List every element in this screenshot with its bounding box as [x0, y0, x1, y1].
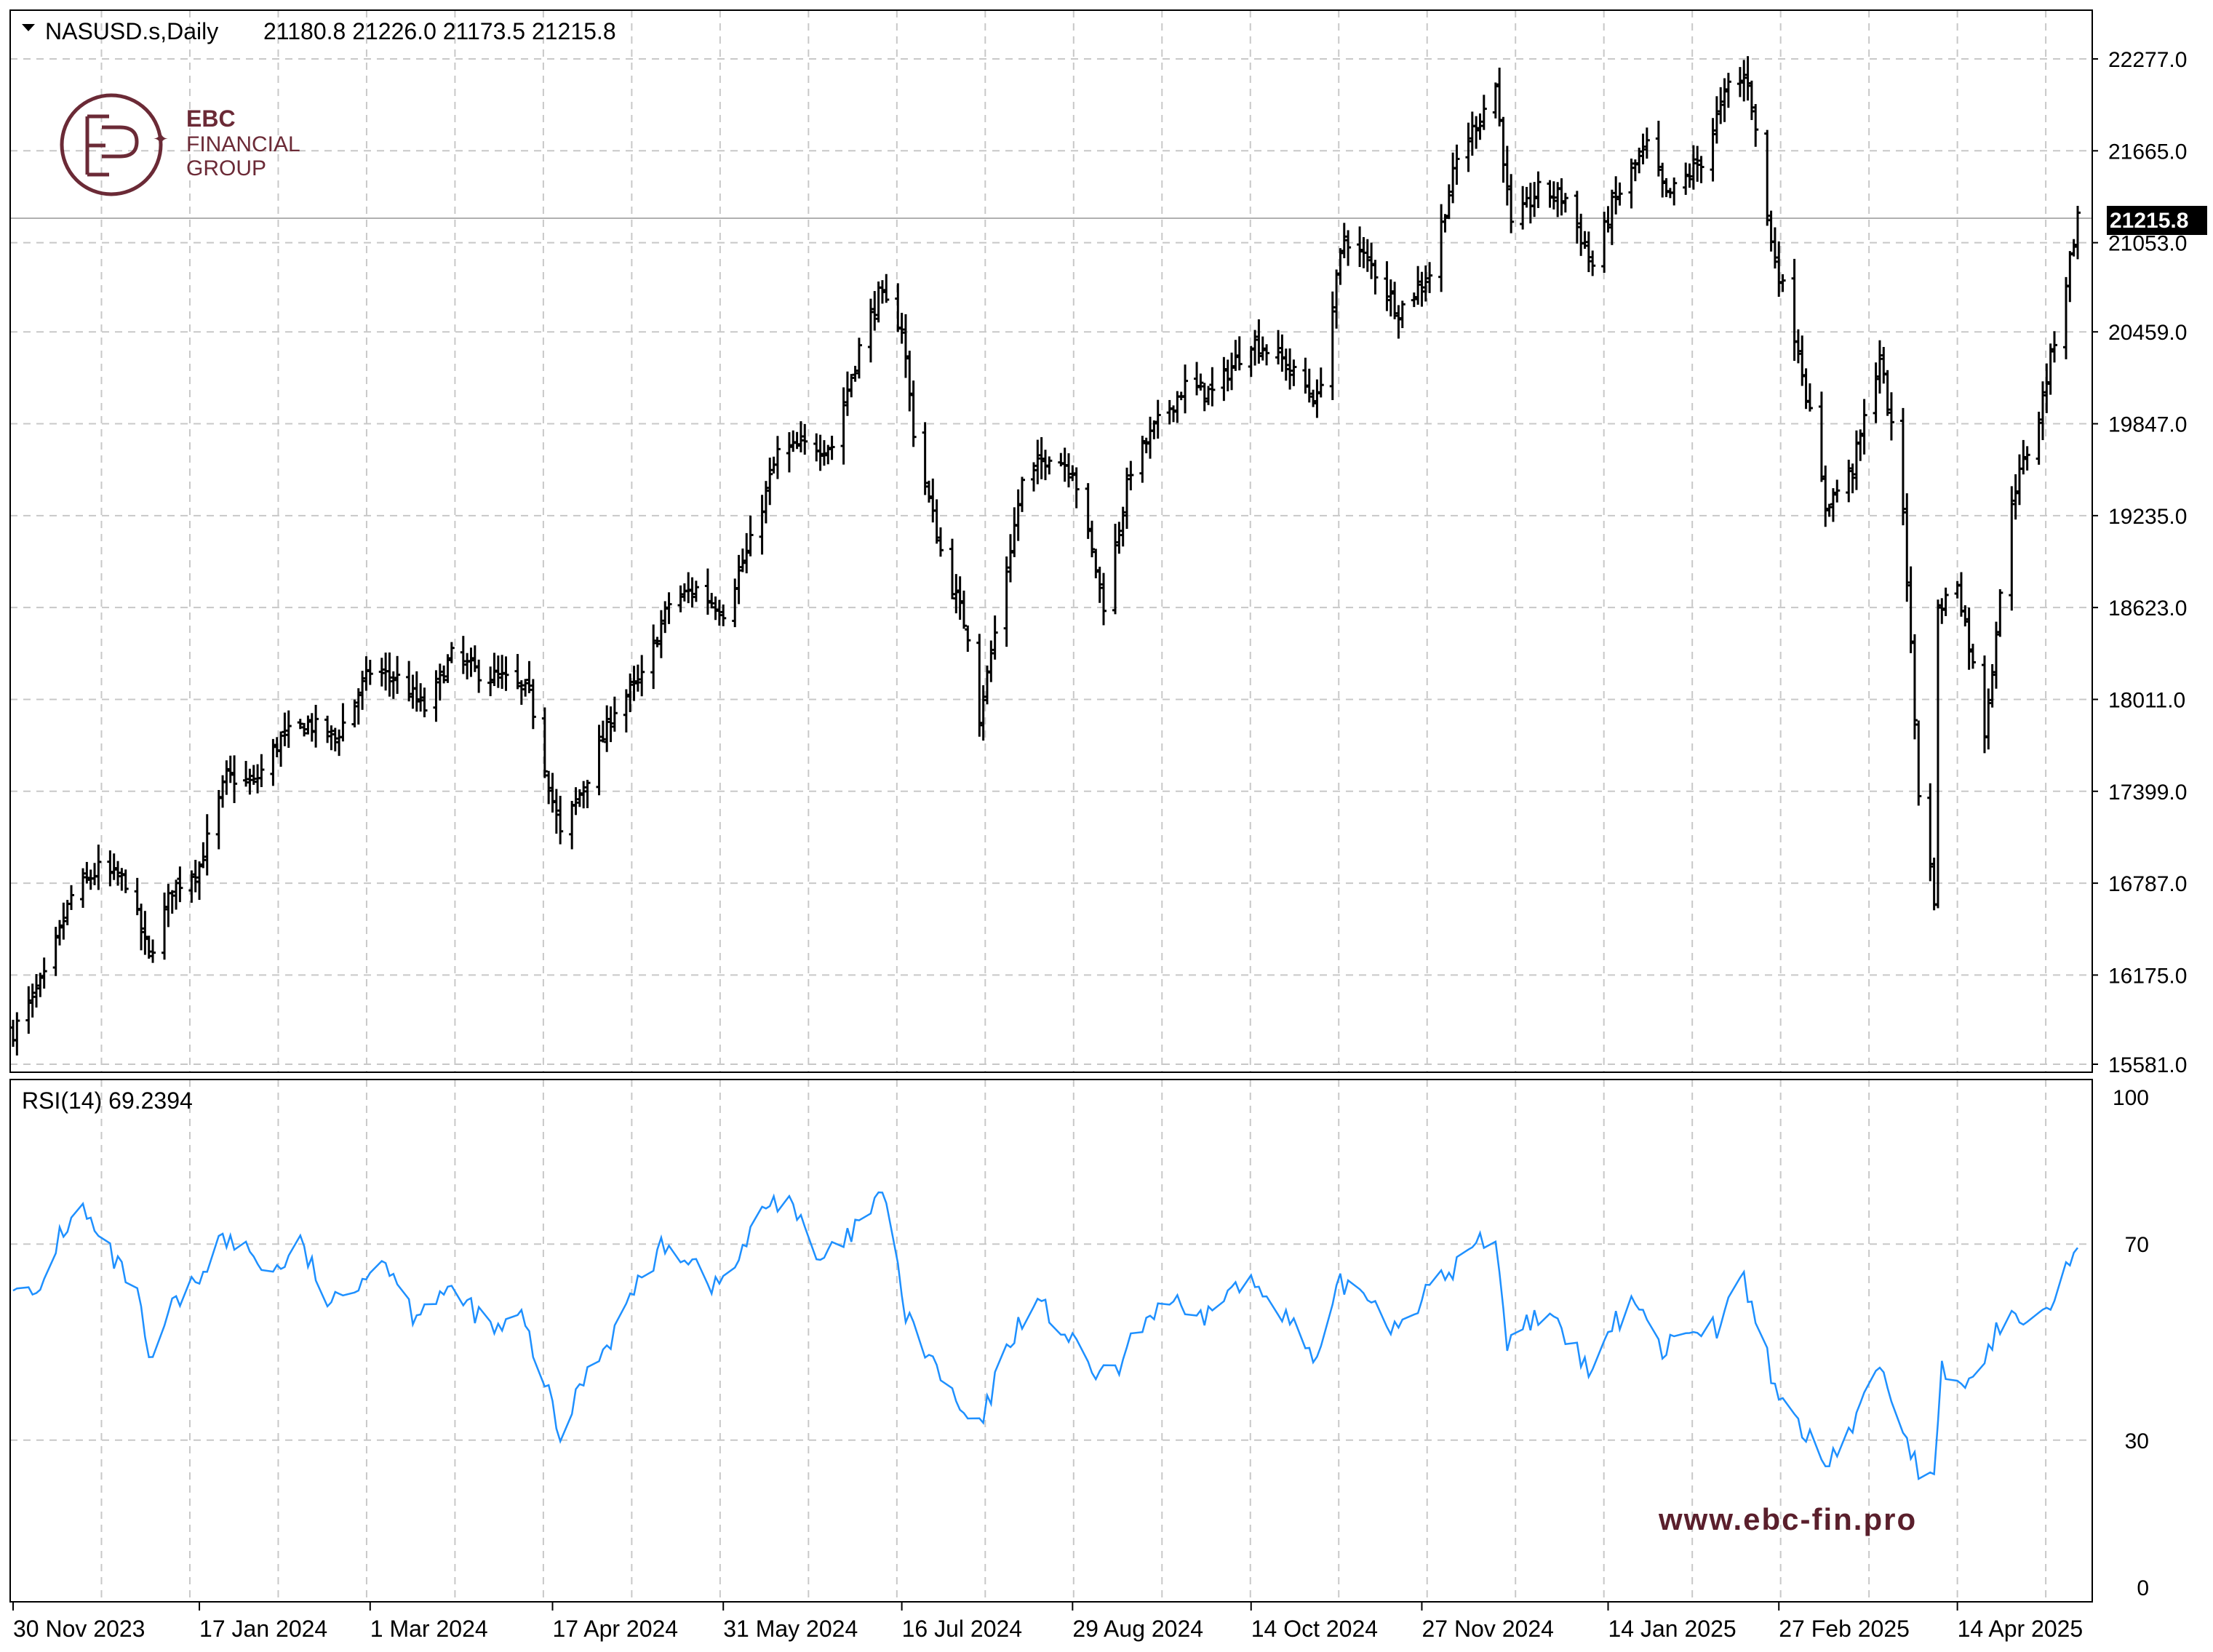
watermark-url: www.ebc-fin.pro — [1658, 1502, 1917, 1536]
rsi-label: RSI(14) 69.2394 — [22, 1088, 193, 1114]
symbol-label: NASUSD.s,Daily — [45, 18, 218, 44]
time-tick-label: 14 Apr 2025 — [1958, 1616, 2084, 1642]
price-tick-label: 18623.0 — [2108, 596, 2187, 621]
time-tick-label: 17 Jan 2024 — [199, 1616, 327, 1642]
price-tick-label: 20459.0 — [2108, 321, 2187, 345]
time-tick-label: 1 Mar 2024 — [370, 1616, 488, 1642]
price-tick-label: 16787.0 — [2108, 872, 2187, 896]
time-tick-label: 27 Nov 2024 — [1421, 1616, 1553, 1642]
time-tick-label: 17 Apr 2024 — [553, 1616, 679, 1642]
rsi-tick-label: 100 — [2113, 1086, 2149, 1110]
price-tick-label: 18011.0 — [2108, 688, 2185, 712]
price-tick-label: 21053.0 — [2108, 232, 2187, 256]
price-tick-label: 19847.0 — [2108, 413, 2187, 437]
price-tick-label: 19235.0 — [2108, 505, 2187, 529]
rsi-tick-label: 70 — [2125, 1233, 2149, 1257]
time-tick-label: 16 Jul 2024 — [902, 1616, 1022, 1642]
price-tick-label: 15581.0 — [2108, 1053, 2187, 1077]
price-tick-label: 22277.0 — [2108, 48, 2187, 72]
time-tick-label: 14 Jan 2025 — [1608, 1616, 1736, 1642]
price-tick-label: 17399.0 — [2108, 781, 2187, 805]
logo-line-3: GROUP — [186, 156, 266, 180]
time-tick-label: 29 Aug 2024 — [1072, 1616, 1203, 1642]
price-tick-label: 16175.0 — [2108, 964, 2187, 988]
ohlc-readout: 21180.8 21226.0 21173.5 21215.8 — [263, 18, 616, 44]
chart-background — [0, 0, 2213, 1652]
time-tick-label: 27 Feb 2025 — [1779, 1616, 1910, 1642]
time-tick-label: 30 Nov 2023 — [13, 1616, 145, 1642]
price-tick-label: 21665.0 — [2108, 140, 2187, 164]
logo-line-2: FINANCIAL — [186, 132, 300, 156]
time-tick-label: 31 May 2024 — [723, 1616, 858, 1642]
rsi-tick-label: 30 — [2125, 1429, 2149, 1453]
logo-sparkle-icon: ✦ — [153, 128, 169, 150]
logo-line-1: EBC — [186, 105, 236, 132]
time-tick-label: 14 Oct 2024 — [1251, 1616, 1378, 1642]
trading-chart: 22277.0 21665.0 21053.0 20459.0 19847.0 19235… — [0, 0, 2213, 1652]
current-price-label: 21215.8 — [2110, 209, 2188, 233]
rsi-tick-label: 0 — [2137, 1576, 2149, 1600]
